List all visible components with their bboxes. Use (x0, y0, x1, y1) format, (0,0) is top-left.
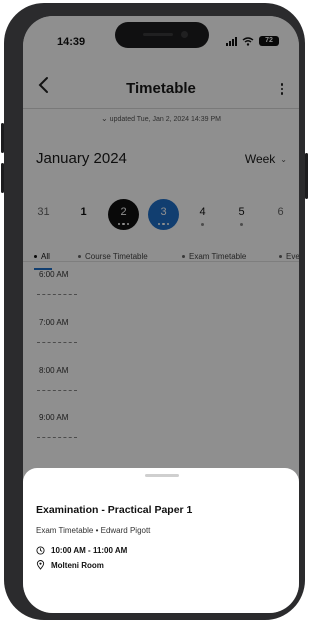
event-subtitle: Exam Timetable • Edward Pigott (36, 526, 151, 535)
phone-frame: 14:39 72 Timetable ⌄ updated Tue, Jan 2,… (1, 3, 308, 620)
power-button (305, 153, 308, 199)
event-location-row: Molteni Room (36, 560, 104, 570)
sheet-drag-handle[interactable] (145, 474, 179, 477)
volume-button (1, 163, 4, 193)
event-time-row: 10:00 AM - 11:00 AM (36, 546, 127, 555)
event-location: Molteni Room (51, 560, 104, 570)
volume-button (1, 123, 4, 153)
event-time: 10:00 AM - 11:00 AM (51, 546, 128, 555)
event-title: Examination - Practical Paper 1 (36, 504, 193, 516)
screen: 14:39 72 Timetable ⌄ updated Tue, Jan 2,… (23, 16, 299, 613)
event-bottom-sheet: Examination - Practical Paper 1 Exam Tim… (23, 468, 299, 613)
map-pin-icon (36, 560, 45, 570)
clock-icon (36, 546, 45, 555)
